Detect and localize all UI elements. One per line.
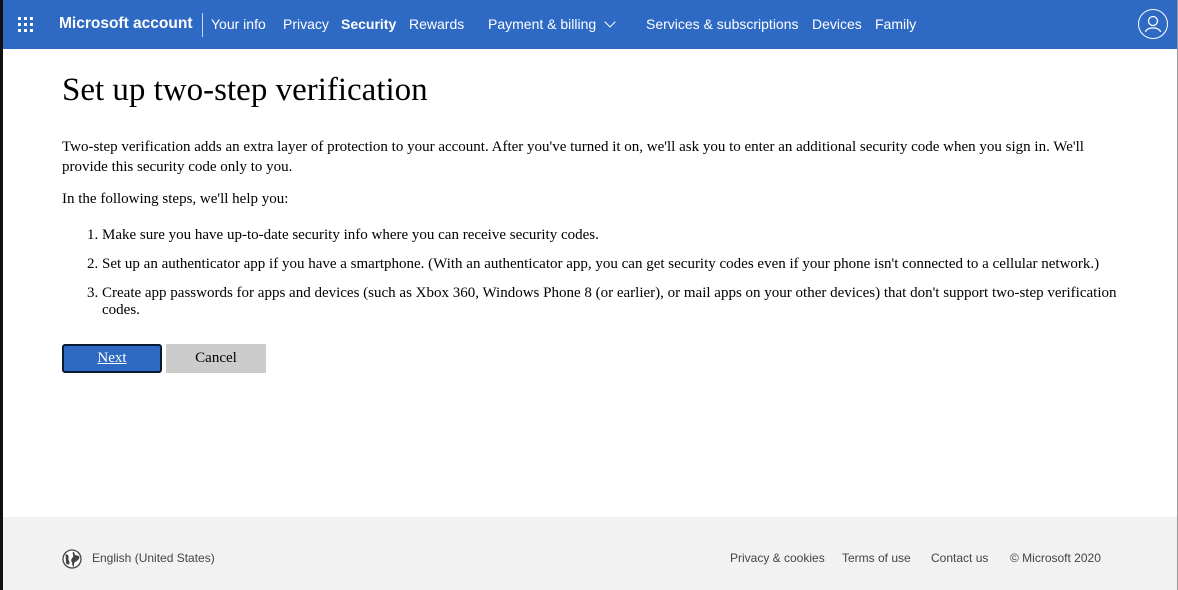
nav-services-subscriptions[interactable]: Services & subscriptions	[646, 16, 799, 32]
nav-payment-billing[interactable]: Payment & billing	[488, 16, 616, 32]
nav-privacy[interactable]: Privacy	[283, 16, 329, 32]
step-text: Make sure you have up-to-date security i…	[102, 227, 599, 243]
step-text: Set up an authenticator app if you have …	[102, 256, 1100, 272]
top-nav-bar: Microsoft account Your info Privacy Secu…	[0, 0, 1178, 49]
nav-divider	[202, 13, 203, 37]
nav-family[interactable]: Family	[875, 16, 916, 32]
window-left-border	[0, 0, 3, 590]
cancel-button[interactable]: Cancel	[166, 344, 266, 373]
nav-your-info[interactable]: Your info	[211, 16, 266, 32]
step-text: Create app passwords for apps and device…	[102, 285, 1117, 318]
nav-payment-billing-label: Payment & billing	[488, 16, 597, 32]
nav-devices[interactable]: Devices	[812, 16, 862, 32]
chevron-down-icon	[604, 16, 616, 28]
brand-link[interactable]: Microsoft account	[59, 15, 192, 33]
copyright-text: © Microsoft 2020	[1010, 551, 1101, 565]
next-button[interactable]: Next	[62, 344, 162, 373]
terms-of-use-link[interactable]: Terms of use	[842, 551, 911, 565]
steps-list: 1. Make sure you have up-to-date security…	[62, 227, 1122, 331]
intro-text: Two-step verification adds an extra laye…	[62, 139, 1084, 175]
page-title: Set up two-step verification	[62, 72, 428, 108]
footer: English (United States) Privacy & cookie…	[0, 517, 1178, 590]
step-item: 2. Set up an authenticator app if you hav…	[87, 256, 1100, 272]
account-avatar-icon[interactable]	[1138, 9, 1168, 39]
privacy-cookies-link[interactable]: Privacy & cookies	[730, 551, 825, 565]
language-selector[interactable]: English (United States)	[92, 551, 215, 565]
lead-text: In the following steps, we'll help you:	[62, 191, 289, 207]
nav-rewards[interactable]: Rewards	[409, 16, 464, 32]
contact-us-link[interactable]: Contact us	[931, 551, 988, 565]
step-item: 1. Make sure you have up-to-date security…	[87, 227, 599, 243]
step-item: 3. Create app passwords for apps and devi…	[87, 285, 1117, 318]
globe-icon[interactable]	[62, 549, 82, 569]
app-launcher-icon[interactable]	[18, 17, 34, 33]
nav-security[interactable]: Security	[341, 16, 396, 32]
